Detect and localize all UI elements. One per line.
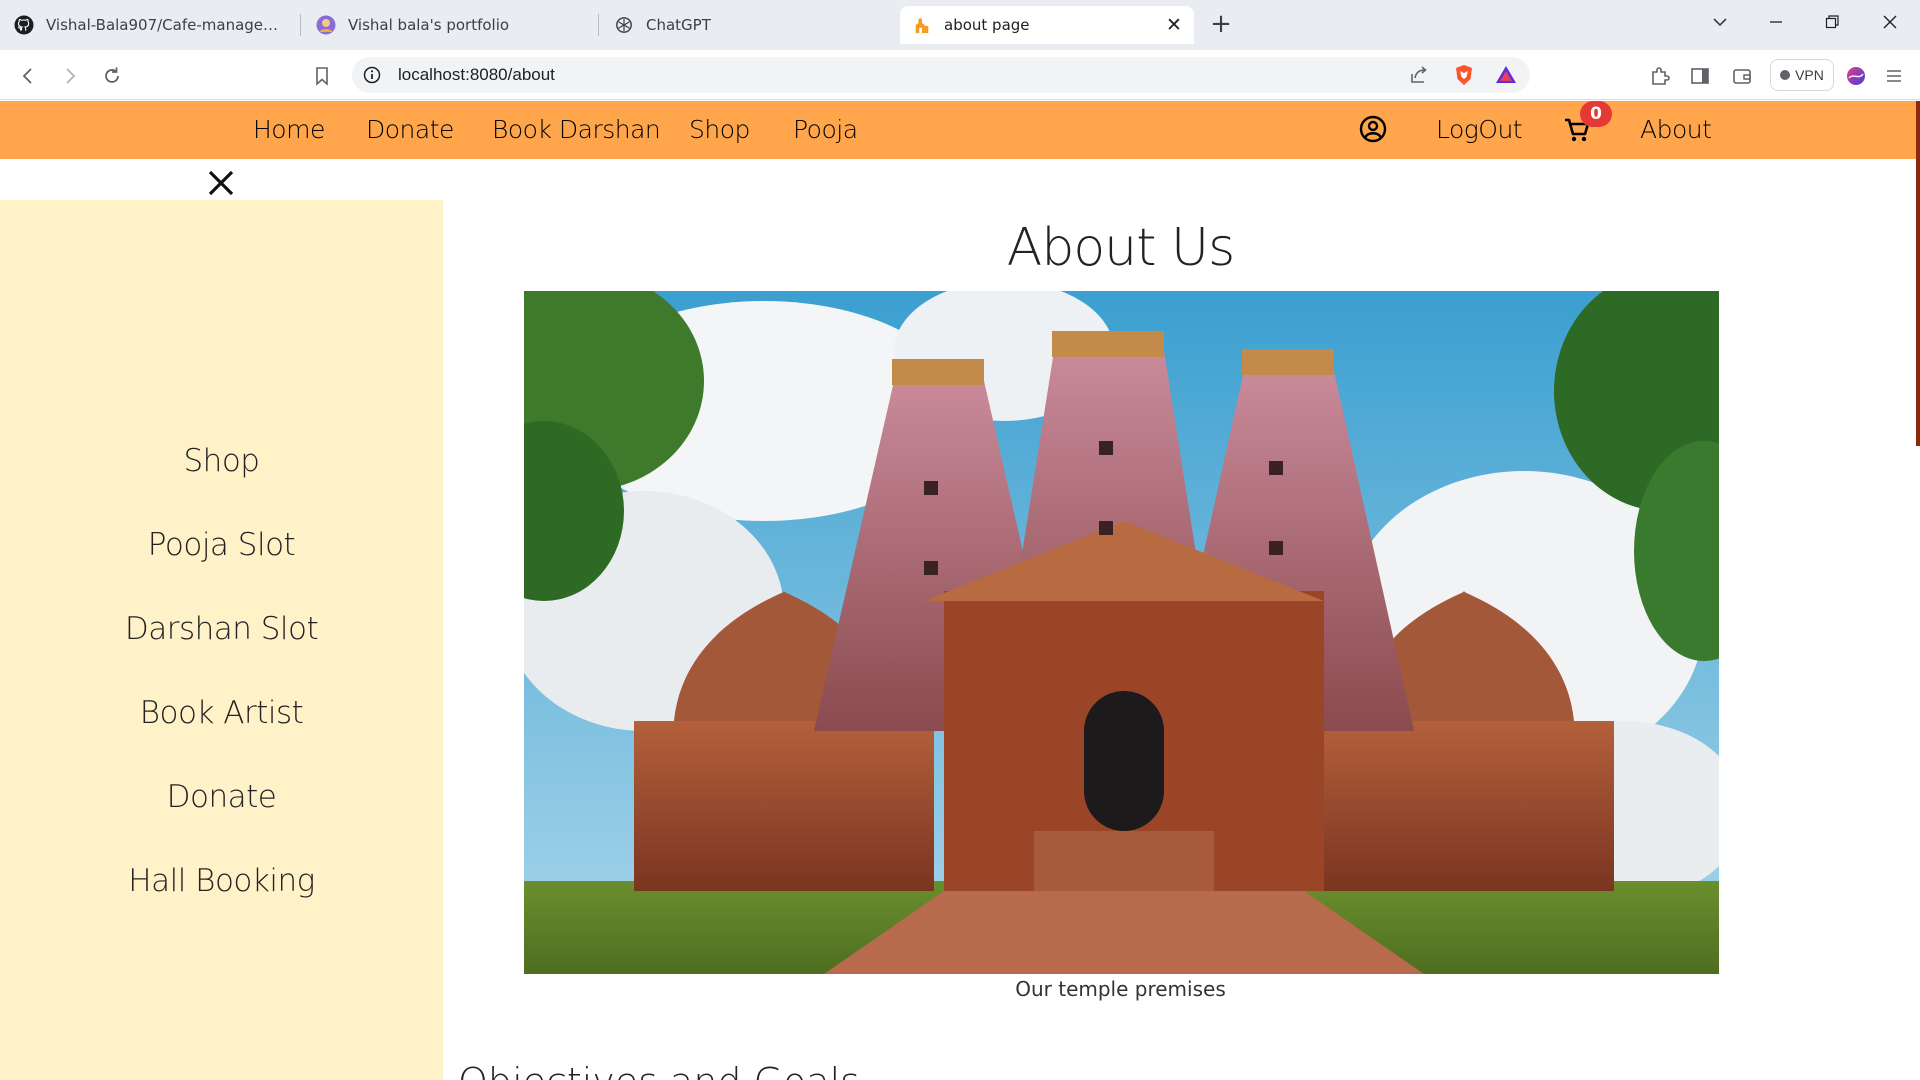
tab-divider [300,14,301,36]
chatgpt-icon [614,15,634,35]
tab-title: ChatGPT [646,16,711,34]
new-tab-button[interactable]: + [1208,11,1234,38]
wallet-icon[interactable] [1728,62,1756,90]
reload-icon[interactable] [98,62,126,90]
sidebar-item-donate[interactable]: Donate [0,779,443,815]
bookmark-icon[interactable] [308,62,336,90]
forward-icon[interactable] [56,62,84,90]
tab-title: about page [944,16,1030,34]
vpn-label: VPN [1795,67,1824,83]
brave-leo-icon[interactable] [1842,62,1870,90]
browser-tab-strip: Vishal-Bala907/Cafe-management-Sytem Vis… [0,0,1920,50]
tab-portfolio[interactable]: Vishal bala's portfolio [304,6,594,44]
section-heading: Objectives and Goals [458,1060,860,1080]
nav-shop[interactable]: Shop [689,115,750,144]
page-title: About Us [1006,218,1235,278]
nav-home[interactable]: Home [253,115,325,144]
nav-about[interactable]: About [1640,115,1712,144]
extensions-icon[interactable] [1646,62,1674,90]
back-icon[interactable] [14,62,42,90]
sidebar: Shop Pooja Slot Darshan Slot Book Artist… [0,200,443,1080]
site-info-icon[interactable] [362,65,382,85]
nav-pooja[interactable]: Pooja [793,115,858,144]
tab-chatgpt[interactable]: ChatGPT [602,6,892,44]
tab-title: Vishal-Bala907/Cafe-management-Sytem [46,16,286,34]
sidebar-item-darshan-slot[interactable]: Darshan Slot [0,611,443,647]
sidebar-item-shop[interactable]: Shop [0,443,443,479]
cart-count-badge: 0 [1580,101,1612,127]
menu-icon[interactable] [1880,62,1908,90]
tab-title: Vishal bala's portfolio [348,16,510,34]
browser-toolbar: localhost:8080/about VPN [0,50,1920,100]
brave-rewards-icon[interactable] [1494,63,1518,87]
close-window-icon[interactable] [1876,12,1904,38]
github-icon [14,15,34,35]
sidebar-item-book-artist[interactable]: Book Artist [0,695,443,731]
close-tab-icon[interactable]: ✕ [1164,15,1184,35]
page-scrollbar[interactable] [1916,101,1920,446]
nav-logout[interactable]: LogOut [1436,115,1523,144]
share-icon[interactable] [1408,64,1430,86]
tab-divider [598,14,599,36]
tab-github[interactable]: Vishal-Bala907/Cafe-management-Sytem [2,6,298,44]
vpn-status-icon [1780,70,1791,80]
url-text: localhost:8080/about [398,65,555,84]
site-navbar: Home Donate Book Darshan Shop Pooja LogO… [0,101,1920,159]
tab-about-page[interactable]: about page ✕ [900,6,1194,44]
tab-search-chevron-icon[interactable] [1706,12,1734,38]
sidebar-toggle-icon[interactable] [1686,62,1714,90]
restore-icon[interactable] [1818,12,1846,38]
close-sidebar-icon[interactable] [204,166,238,200]
image-caption: Our temple premises [1015,977,1226,1001]
portfolio-avatar-icon [316,15,336,35]
minimize-icon[interactable] [1762,12,1790,38]
temple-image [524,291,1719,974]
temple-icon [912,15,932,35]
sidebar-item-hall-booking[interactable]: Hall Booking [0,863,443,899]
vpn-button[interactable]: VPN [1770,59,1834,91]
address-bar[interactable]: localhost:8080/about [352,57,1530,93]
nav-donate[interactable]: Donate [366,115,454,144]
nav-book-darshan[interactable]: Book Darshan [492,115,661,144]
user-account-icon[interactable] [1358,114,1388,144]
brave-shield-icon[interactable] [1452,63,1476,87]
sidebar-item-pooja-slot[interactable]: Pooja Slot [0,527,443,563]
